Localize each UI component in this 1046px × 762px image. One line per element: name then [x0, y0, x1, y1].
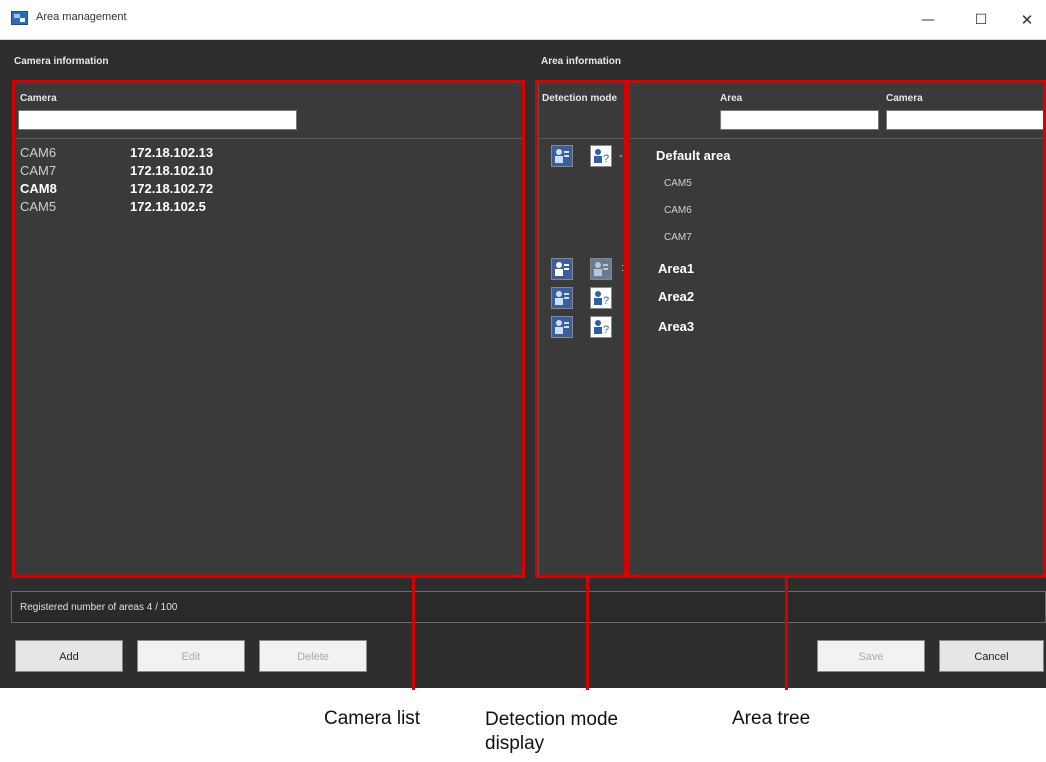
area-tree-callout: Area tree	[732, 708, 811, 729]
camera-list-highlight	[12, 80, 525, 578]
cancel-button[interactable]: Cancel	[939, 640, 1044, 672]
camera-list-callout: Camera list	[324, 708, 421, 729]
detection-mode-leader-line	[586, 578, 589, 690]
window-title: Area management	[36, 11, 127, 23]
camera-information-title: Camera information	[14, 56, 109, 67]
app-icon	[11, 11, 28, 25]
minimize-button[interactable]: —	[905, 6, 951, 34]
add-button[interactable]: Add	[15, 640, 123, 672]
delete-button[interactable]: Delete	[259, 640, 367, 672]
detection-mode-callout: Detection mode display	[485, 709, 619, 754]
edit-button[interactable]: Edit	[137, 640, 245, 672]
area-information-title: Area information	[541, 56, 622, 67]
title-bar	[0, 0, 1046, 40]
area-tree-highlight	[627, 80, 1046, 578]
registered-areas-count: Registered number of areas 4 / 100	[20, 602, 178, 613]
save-button[interactable]: Save	[817, 640, 925, 672]
area-tree-leader-line	[785, 578, 788, 690]
maximize-button[interactable]: ☐	[958, 6, 1004, 34]
detection-mode-highlight	[535, 80, 627, 578]
camera-list-leader-line	[412, 578, 415, 690]
close-button[interactable]: ✕	[1004, 6, 1046, 34]
